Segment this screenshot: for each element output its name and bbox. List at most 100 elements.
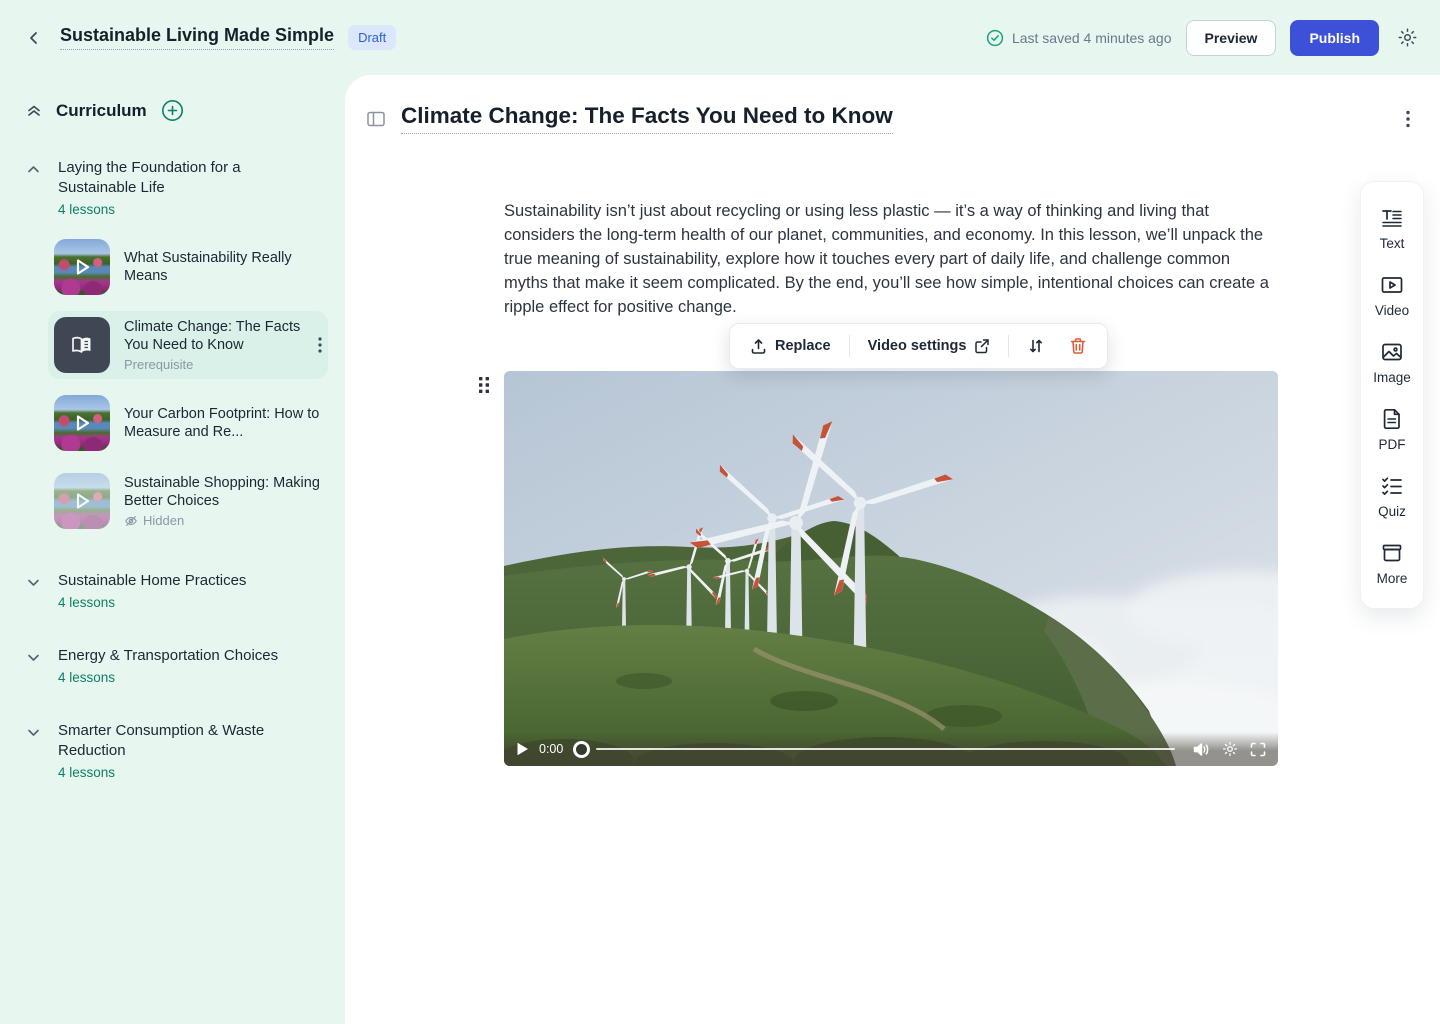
section-title-wrap: Smarter Consumption & Waste Reduction 4 …: [58, 721, 298, 780]
video-progress-bar[interactable]: [596, 748, 1175, 750]
lesson-item[interactable]: What Sustainability Really Means: [48, 233, 328, 301]
add-section-button[interactable]: [161, 99, 184, 122]
add-pdf-button[interactable]: PDF: [1361, 397, 1423, 464]
header-left: Sustainable Living Made Simple Draft: [22, 25, 396, 50]
section-title-wrap: Sustainable Home Practices 4 lessons: [58, 571, 246, 610]
lesson-item-hidden[interactable]: Sustainable Shopping: Making Better Choi…: [48, 467, 328, 535]
add-quiz-button[interactable]: Quiz: [1361, 464, 1423, 531]
curriculum-sidebar: Curriculum Laying the Foundation for a S…: [0, 75, 345, 1024]
section-header[interactable]: Laying the Foundation for a Sustainable …: [26, 158, 345, 217]
add-image-button[interactable]: Image: [1361, 330, 1423, 397]
tool-label: More: [1377, 571, 1408, 586]
publish-button[interactable]: Publish: [1290, 20, 1379, 56]
lesson-title: What Sustainability Really Means: [124, 249, 322, 285]
back-icon: [26, 30, 42, 46]
section-lesson-count: 4 lessons: [58, 670, 278, 685]
add-text-button[interactable]: Text: [1361, 196, 1423, 263]
volume-button[interactable]: [1193, 742, 1210, 757]
video-frame-wind-turbines: [504, 371, 1278, 766]
video-settings-label: Video settings: [868, 338, 967, 354]
add-video-button[interactable]: Video: [1361, 263, 1423, 330]
lesson-menu-button[interactable]: [318, 337, 322, 353]
lesson-page-title[interactable]: Climate Change: The Facts You Need to Kn…: [401, 103, 893, 134]
lesson-menu-button[interactable]: [1402, 106, 1414, 132]
course-title[interactable]: Sustainable Living Made Simple: [60, 25, 334, 50]
settings-button[interactable]: [1393, 23, 1422, 52]
more-icon: [1380, 541, 1404, 565]
lesson-subtitle: Hidden: [124, 513, 322, 528]
play-icon: [516, 742, 529, 756]
video-settings-gear-button[interactable]: [1222, 741, 1238, 757]
toolbar-divider: [1008, 335, 1009, 357]
image-icon: [1380, 340, 1404, 364]
curriculum-section: Smarter Consumption & Waste Reduction 4 …: [26, 721, 345, 780]
video-settings-button[interactable]: Video settings: [858, 331, 1001, 361]
collapse-all-button[interactable]: [26, 103, 42, 119]
tool-label: PDF: [1379, 437, 1406, 452]
status-badge: Draft: [348, 25, 396, 50]
lesson-text-wrap: Sustainable Shopping: Making Better Choi…: [124, 474, 322, 528]
lesson-list: What Sustainability Really Means Climate…: [48, 233, 328, 535]
panel-toggle-icon: [367, 111, 385, 127]
section-lesson-count: 4 lessons: [58, 595, 246, 610]
section-title: Smarter Consumption & Waste Reduction: [58, 721, 298, 761]
chevron-down-icon[interactable]: [26, 575, 42, 610]
toolbar-divider: [849, 335, 850, 357]
fullscreen-button[interactable]: [1250, 742, 1266, 757]
video-play-button[interactable]: [516, 742, 529, 756]
section-header[interactable]: Energy & Transportation Choices 4 lesson…: [26, 646, 345, 685]
header-right: Last saved 4 minutes ago Preview Publish: [986, 20, 1422, 56]
video-player[interactable]: 0:00: [504, 371, 1278, 766]
chevron-up-icon[interactable]: [26, 162, 42, 217]
toggle-sidebar-button[interactable]: [363, 107, 389, 131]
video-scrubber-handle[interactable]: [573, 741, 590, 758]
play-icon: [70, 255, 94, 279]
tool-label: Image: [1373, 370, 1411, 385]
lesson-title: Sustainable Shopping: Making Better Choi…: [124, 474, 322, 510]
block-tools-panel: Text Video Image PDF Quiz More: [1360, 181, 1424, 609]
section-header[interactable]: Sustainable Home Practices 4 lessons: [26, 571, 345, 610]
book-icon: [69, 332, 95, 358]
section-title: Sustainable Home Practices: [58, 571, 246, 591]
lesson-video-thumbnail: [54, 395, 110, 451]
video-controls: 0:00: [504, 732, 1278, 766]
delete-block-button[interactable]: [1059, 330, 1097, 362]
video-controls-right: [1193, 741, 1266, 757]
lesson-intro-paragraph[interactable]: Sustainability isn’t just about recyclin…: [504, 199, 1278, 319]
replace-button[interactable]: Replace: [740, 331, 841, 362]
upload-icon: [750, 338, 767, 355]
more-blocks-button[interactable]: More: [1361, 531, 1423, 598]
lesson-item[interactable]: Your Carbon Footprint: How to Measure an…: [48, 389, 328, 457]
tool-label: Quiz: [1378, 504, 1406, 519]
kebab-icon: [1406, 110, 1410, 128]
back-button[interactable]: [22, 26, 46, 50]
curriculum-section: Energy & Transportation Choices 4 lesson…: [26, 646, 345, 685]
chevron-down-icon[interactable]: [26, 650, 42, 685]
lesson-item-selected[interactable]: Climate Change: The Facts You Need to Kn…: [48, 311, 328, 379]
video-block-toolbar: Replace Video settings: [729, 323, 1108, 369]
app-header: Sustainable Living Made Simple Draft Las…: [0, 0, 1440, 75]
drag-handle[interactable]: [478, 375, 490, 395]
drag-handle-icon: [478, 375, 490, 395]
section-title: Laying the Foundation for a Sustainable …: [58, 158, 298, 198]
video-icon: [1380, 273, 1404, 297]
section-title-wrap: Laying the Foundation for a Sustainable …: [58, 158, 298, 217]
reorder-icon: [1027, 337, 1045, 355]
lesson-video-thumbnail: [54, 473, 110, 529]
kebab-icon: [318, 337, 322, 353]
reorder-button[interactable]: [1017, 330, 1055, 362]
pdf-icon: [1380, 407, 1404, 431]
quiz-icon: [1380, 474, 1404, 498]
volume-icon: [1193, 742, 1210, 757]
plus-icon: [161, 99, 184, 122]
lesson-reading-thumbnail: [54, 317, 110, 373]
play-icon: [70, 411, 94, 435]
trash-icon: [1069, 337, 1087, 355]
section-header[interactable]: Smarter Consumption & Waste Reduction 4 …: [26, 721, 345, 780]
tool-label: Video: [1375, 303, 1409, 318]
curriculum-header: Curriculum: [26, 99, 345, 122]
chevron-down-icon[interactable]: [26, 725, 42, 780]
preview-button[interactable]: Preview: [1186, 20, 1277, 56]
section-title-wrap: Energy & Transportation Choices 4 lesson…: [58, 646, 278, 685]
curriculum-section: Sustainable Home Practices 4 lessons: [26, 571, 345, 610]
